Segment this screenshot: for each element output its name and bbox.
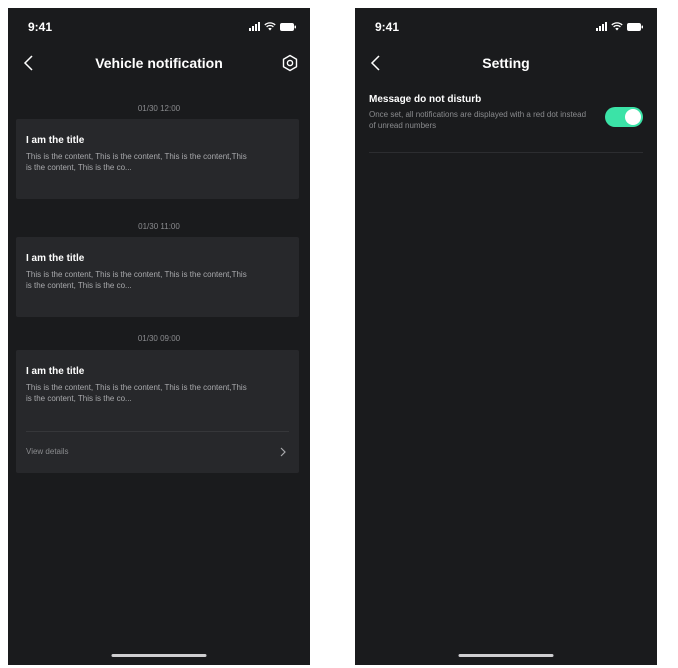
notification-content: This is the content, This is the content…: [26, 152, 247, 172]
setting-description: Once set, all notifications are displaye…: [369, 110, 587, 130]
status-icons: [596, 22, 643, 31]
status-time: 9:41: [28, 20, 53, 34]
do-not-disturb-toggle[interactable]: [605, 107, 643, 127]
chevron-right-icon: [280, 447, 286, 457]
view-details-label: View details: [26, 447, 69, 456]
settings-button[interactable]: [280, 53, 300, 73]
setting-title: Message do not disturb: [369, 94, 482, 105]
notification-card[interactable]: I am the title This is the content, This…: [16, 350, 299, 473]
wifi-icon: [611, 22, 623, 31]
signal-icon: [249, 22, 260, 31]
battery-icon: [627, 22, 643, 31]
home-indicator: [458, 654, 554, 657]
status-icons: [249, 22, 296, 31]
status-bar: 9:41: [355, 8, 657, 44]
notification-timestamp: 01/30 12:00: [137, 104, 181, 113]
wifi-icon: [264, 22, 276, 31]
status-time: 9:41: [375, 20, 400, 34]
card-divider: [26, 431, 289, 432]
notification-title: I am the title: [26, 135, 85, 146]
status-bar: 9:41: [8, 8, 310, 44]
notification-card[interactable]: I am the title This is the content, This…: [16, 119, 299, 199]
nav-bar: Setting: [355, 48, 657, 78]
setting-row-do-not-disturb: Message do not disturb Once set, all not…: [369, 94, 643, 153]
canvas: 9:41 Vehicle notification 01/30 12:00 I …: [0, 0, 678, 668]
page-title: Setting: [482, 55, 530, 71]
setting-screen: 9:41 Setting Message do not disturb Once…: [355, 8, 657, 665]
vehicle-notification-screen: 9:41 Vehicle notification 01/30 12:00 I …: [8, 8, 310, 665]
notification-content: This is the content, This is the content…: [26, 383, 247, 403]
notification-content: This is the content, This is the content…: [26, 270, 247, 290]
notification-title: I am the title: [26, 253, 85, 264]
gear-icon: [282, 54, 298, 72]
home-indicator: [111, 654, 207, 657]
page-title: Vehicle notification: [95, 55, 223, 71]
battery-icon: [280, 22, 296, 31]
notification-timestamp: 01/30 11:00: [138, 222, 180, 231]
nav-bar: Vehicle notification: [8, 48, 310, 78]
view-details-link[interactable]: View details: [16, 437, 299, 467]
notification-timestamp: 01/30 09:00: [137, 334, 181, 343]
signal-icon: [596, 22, 607, 31]
notification-card[interactable]: I am the title This is the content, This…: [16, 237, 299, 317]
toggle-knob: [625, 109, 641, 125]
notification-title: I am the title: [26, 366, 85, 377]
